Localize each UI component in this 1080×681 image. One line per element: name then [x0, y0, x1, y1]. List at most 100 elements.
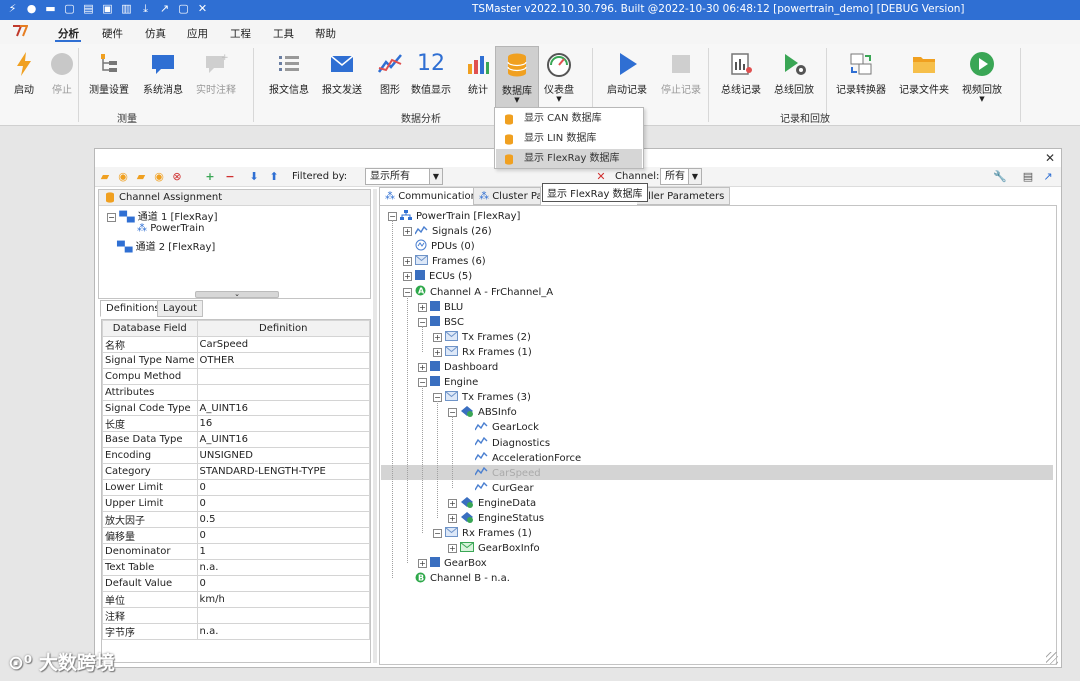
- splitter-handle[interactable]: ⌄: [195, 291, 279, 298]
- new-window-icon[interactable]: ▢: [177, 2, 190, 16]
- field-value-cell[interactable]: [196, 367, 370, 385]
- field-value-cell[interactable]: 0.5: [196, 510, 370, 528]
- arrow-down-icon[interactable]: ⬇: [247, 170, 261, 184]
- menu-item-show-can-db[interactable]: 显示 CAN 数据库: [496, 109, 642, 128]
- field-value-cell[interactable]: CarSpeed: [196, 335, 370, 353]
- menu-simulation[interactable]: 仿真: [145, 26, 166, 41]
- field-value-cell[interactable]: OTHER: [196, 351, 370, 369]
- stop-button[interactable]: 停止: [48, 50, 76, 96]
- table-row[interactable]: 长度 16: [102, 415, 370, 433]
- open-file-icon[interactable]: ▤: [82, 2, 95, 16]
- field-value-cell[interactable]: [196, 383, 370, 401]
- tree-node[interactable]: − Rx Frames (1): [433, 526, 532, 541]
- message-info-button[interactable]: 报文信息: [269, 50, 309, 96]
- collapse-icon[interactable]: −: [433, 529, 442, 539]
- message-send-button[interactable]: 报文发送: [322, 50, 362, 96]
- expand-icon[interactable]: +: [418, 302, 427, 312]
- table-row[interactable]: Attributes: [102, 383, 370, 401]
- menu-item-show-flexray-db[interactable]: 显示 FlexRay 数据库: [496, 149, 642, 168]
- wrench-icon[interactable]: 🔧: [993, 170, 1007, 184]
- record-dot-icon[interactable]: ●: [25, 2, 38, 16]
- tree-node[interactable]: + Rx Frames (1): [433, 345, 532, 360]
- expand-icon[interactable]: +: [448, 514, 457, 523]
- record-converter-button[interactable]: 记录转换器: [836, 50, 886, 96]
- statistics-button[interactable]: 统计: [464, 50, 492, 96]
- tree-node[interactable]: B Channel B - n.a.: [415, 571, 510, 586]
- download-icon[interactable]: ⤓: [139, 2, 152, 16]
- add-db-icon[interactable]: ◉: [116, 170, 130, 184]
- share-icon[interactable]: ↗: [158, 2, 171, 16]
- video-replay-button[interactable]: 视频回放 ▼: [962, 50, 1002, 103]
- tree-item-channel-2[interactable]: ▀▄ 通道 2 [FlexRay]: [117, 238, 215, 253]
- external-link-icon[interactable]: ↗: [1041, 170, 1055, 184]
- collapse-icon[interactable]: −: [107, 213, 116, 222]
- field-value-cell[interactable]: n.a.: [196, 622, 370, 640]
- field-value-cell[interactable]: 0: [196, 526, 370, 544]
- expand-icon[interactable]: +: [418, 363, 427, 372]
- menu-hardware[interactable]: 硬件: [102, 26, 123, 41]
- table-row[interactable]: 注释: [102, 606, 370, 624]
- channel-select[interactable]: 所有 ▼: [660, 168, 702, 185]
- field-value-cell[interactable]: A_UINT16: [196, 431, 370, 449]
- save-icon[interactable]: ▣: [101, 2, 114, 16]
- table-row[interactable]: Denominator 1: [102, 542, 370, 560]
- expand-icon[interactable]: +: [433, 347, 442, 357]
- measurement-setup-button[interactable]: 测量设置: [89, 50, 129, 96]
- tree-node[interactable]: CarSpeed: [474, 466, 541, 481]
- database-button[interactable]: 数据库 ▼: [495, 46, 539, 108]
- tab-communication[interactable]: ⁂ Communication: [379, 187, 484, 206]
- field-value-cell[interactable]: [196, 606, 370, 624]
- filter-select[interactable]: 显示所有 ▼: [365, 168, 443, 185]
- tab-definitions[interactable]: Definitions: [100, 300, 166, 317]
- tree-node[interactable]: CurGear: [474, 481, 534, 496]
- tree-node[interactable]: + EngineStatus: [448, 511, 544, 526]
- tree-node[interactable]: + BLU: [418, 300, 463, 315]
- tree-node[interactable]: + Dashboard: [418, 360, 498, 375]
- tab-layout[interactable]: Layout: [157, 300, 203, 317]
- tree-node[interactable]: − BSC: [418, 315, 464, 330]
- table-row[interactable]: 单位 km/h: [102, 590, 370, 608]
- tab-controller-parameters[interactable]: oller Parameters: [637, 187, 731, 205]
- table-row[interactable]: Text Table n.a.: [102, 558, 370, 576]
- add-icon[interactable]: +: [203, 170, 217, 184]
- expand-icon[interactable]: +: [403, 227, 412, 237]
- arrow-up-icon[interactable]: ⬆: [267, 170, 281, 184]
- close-icon[interactable]: ✕: [196, 2, 209, 16]
- tree-node[interactable]: + EngineData: [448, 496, 536, 511]
- realtime-comment-button[interactable]: + 实时注释: [196, 50, 236, 96]
- tree-node[interactable]: Diagnostics: [474, 436, 550, 451]
- resize-grip[interactable]: [1046, 652, 1058, 664]
- tree-node[interactable]: − A Channel A - FrChannel_A: [403, 285, 553, 300]
- table-row[interactable]: 字节序 n.a.: [102, 622, 370, 640]
- remove-icon[interactable]: ⊗: [170, 170, 184, 184]
- minus-icon[interactable]: −: [223, 170, 237, 184]
- numeric-display-button[interactable]: 12 数值显示: [411, 50, 451, 96]
- field-value-cell[interactable]: n.a.: [196, 558, 370, 576]
- start-button[interactable]: 启动: [10, 50, 38, 96]
- table-row[interactable]: 放大因子 0.5: [102, 510, 370, 528]
- field-value-cell[interactable]: 0: [196, 574, 370, 592]
- tree-node[interactable]: − Tx Frames (3): [433, 390, 531, 405]
- menu-application[interactable]: 应用: [187, 26, 208, 41]
- new-file-icon[interactable]: ▢: [63, 2, 76, 16]
- table-row[interactable]: Base Data Type A_UINT16: [102, 431, 370, 449]
- table-row[interactable]: Lower Limit 0: [102, 479, 370, 497]
- system-message-button[interactable]: 系统消息: [143, 50, 183, 96]
- dashboard-button[interactable]: 仪表盘 ▼: [544, 50, 574, 103]
- tab-cluster-parameters[interactable]: ⁂ Cluster Pa: [473, 187, 541, 205]
- tree-node[interactable]: + GearBoxInfo: [448, 541, 540, 556]
- field-value-cell[interactable]: UNSIGNED: [196, 447, 370, 465]
- expand-icon[interactable]: +: [403, 272, 412, 282]
- field-value-cell[interactable]: 0: [196, 495, 370, 512]
- save-as-icon[interactable]: ▥: [120, 2, 133, 16]
- tree-item-channel-1[interactable]: − ▀▄ 通道 1 [FlexRay]: [107, 208, 218, 223]
- tree-node[interactable]: + Tx Frames (2): [433, 330, 531, 345]
- tree-node[interactable]: GearLock: [474, 420, 539, 435]
- window-icon[interactable]: ▤: [1021, 170, 1035, 184]
- tree-node[interactable]: AccelerationForce: [474, 451, 581, 466]
- menu-analysis[interactable]: 分析: [58, 26, 79, 41]
- open-folder-icon[interactable]: ▰: [134, 170, 148, 184]
- field-value-cell[interactable]: 16: [196, 415, 370, 433]
- tree-node[interactable]: PDUs (0): [415, 239, 475, 254]
- expand-icon[interactable]: +: [448, 544, 457, 554]
